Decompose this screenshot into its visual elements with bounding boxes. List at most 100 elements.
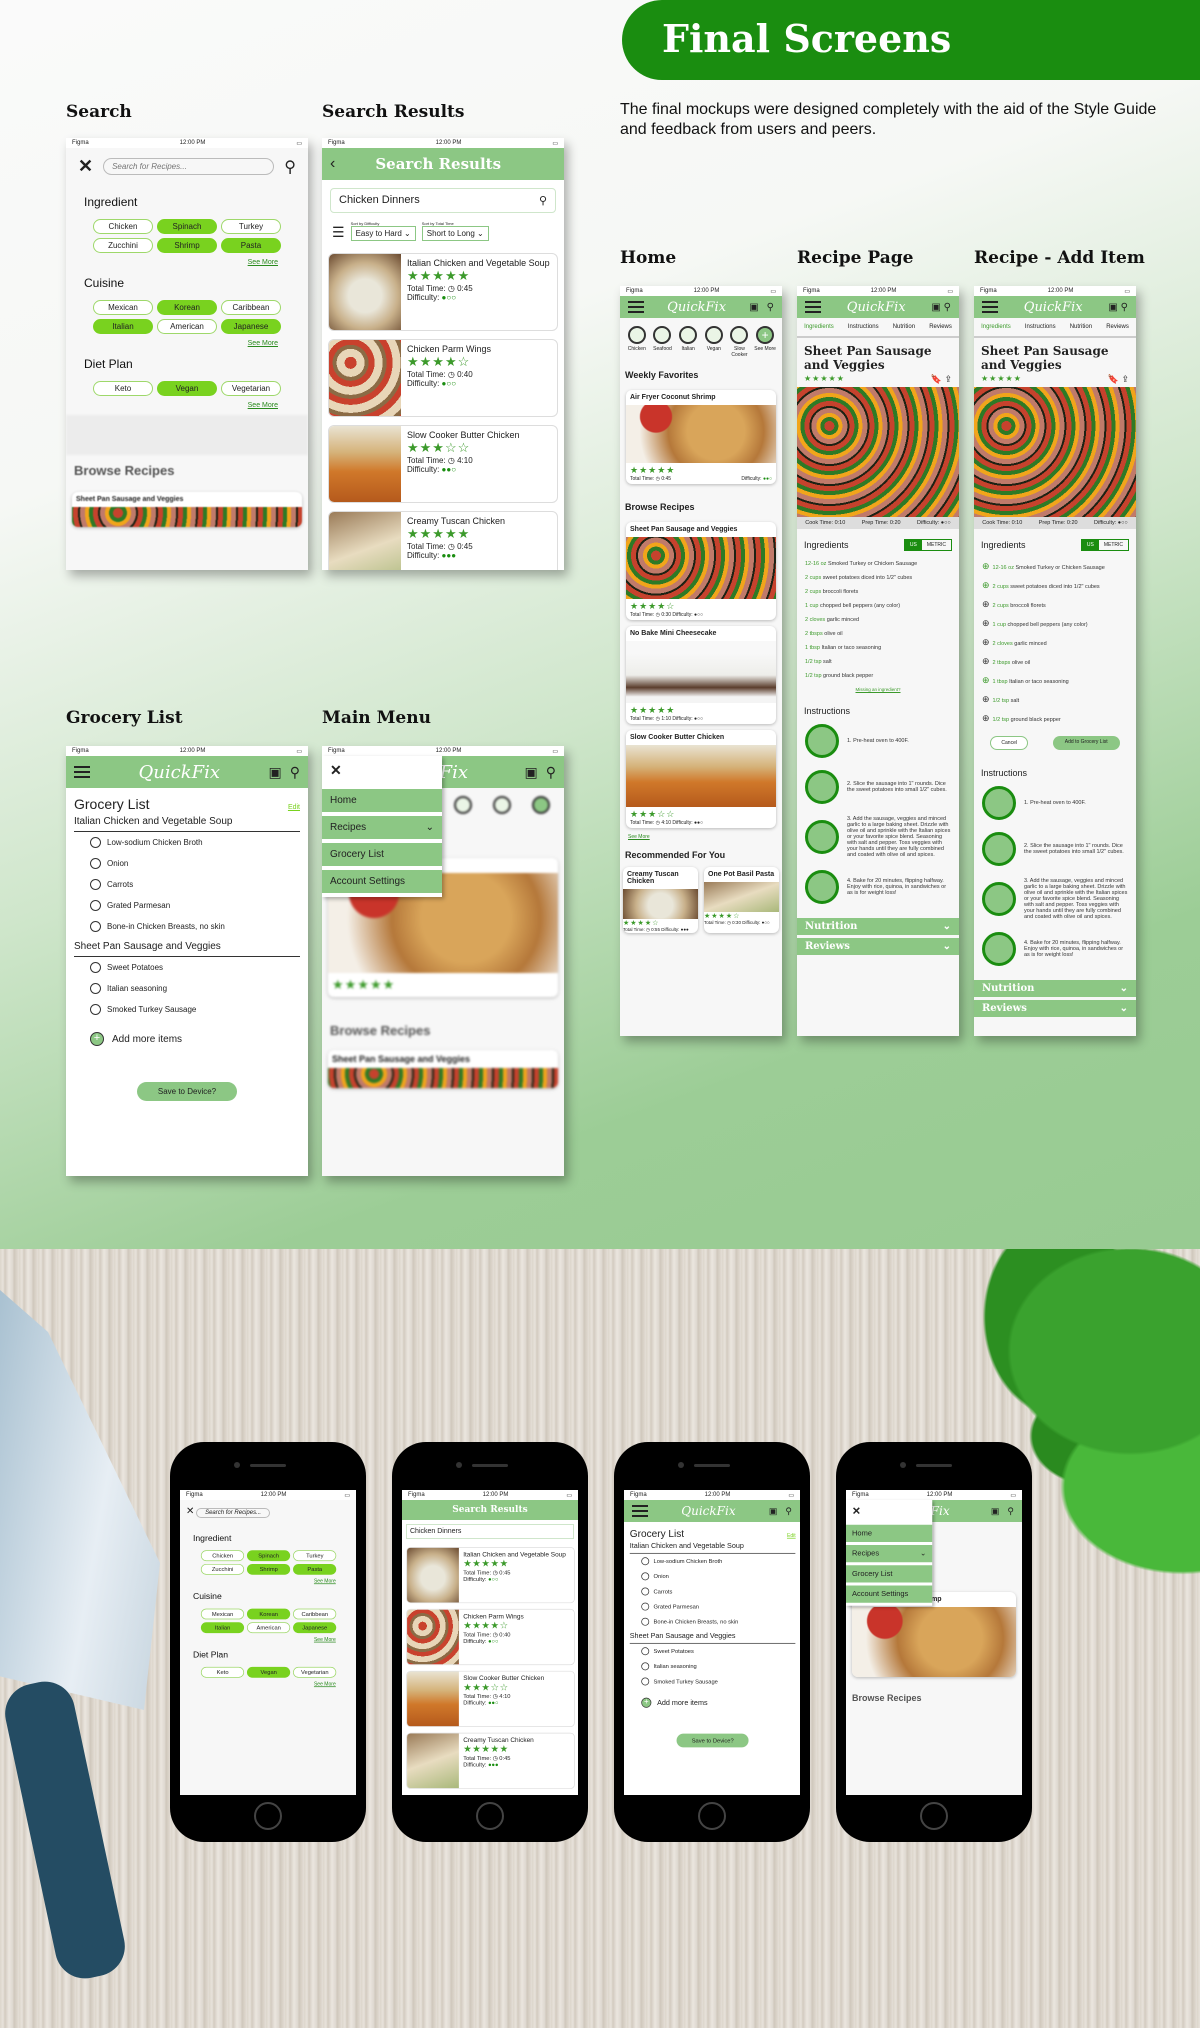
add-item-icon[interactable]: ⊕ <box>982 675 990 685</box>
grocery-item[interactable]: Onion <box>74 853 300 874</box>
add-item-icon[interactable]: ⊕ <box>982 694 990 704</box>
result-card[interactable]: Italian Chicken and Vegetable Soup ★★★★★ T… <box>328 253 558 331</box>
filter-chip[interactable]: Chicken <box>201 1550 245 1562</box>
category-slow-cooker[interactable]: Slow Cooker <box>728 326 750 358</box>
ingredient-item[interactable]: ⊕ 2 cups sweet potatoes diced into 1/2" c… <box>974 576 1136 595</box>
filter-chip[interactable]: Japanese <box>221 319 281 334</box>
filter-chip[interactable]: Shrimp <box>247 1563 291 1575</box>
filter-chip[interactable]: Pasta <box>293 1563 337 1575</box>
add-item-icon[interactable]: ⊕ <box>982 618 990 628</box>
tab-reviews[interactable]: Reviews <box>929 324 952 330</box>
grocery-item[interactable]: Bone-in Chicken Breasts, no skin <box>74 916 300 937</box>
search-icon[interactable]: ⚲ <box>284 157 296 177</box>
save-to-device-button[interactable]: Save to Device? <box>137 1082 237 1101</box>
filter-chip[interactable]: Mexican <box>201 1608 245 1620</box>
grocery-item[interactable]: Bone-in Chicken Breasts, no skin <box>630 1614 796 1629</box>
nutrition-accordion[interactable]: Nutrition ⌄ <box>974 980 1136 997</box>
checkbox[interactable] <box>641 1662 650 1671</box>
checkbox[interactable] <box>641 1602 650 1611</box>
unit-metric[interactable]: METRIC <box>1099 540 1128 550</box>
nutrition-accordion[interactable]: Nutrition ⌄ <box>797 918 959 935</box>
ingredient-item[interactable]: ⊕ 1/2 tsp salt <box>974 690 1136 709</box>
filter-chip[interactable]: Vegetarian <box>221 381 281 396</box>
checkbox[interactable] <box>90 962 101 973</box>
see-more-link[interactable]: See More <box>66 402 308 409</box>
search-icon[interactable]: ⚲ <box>767 302 774 313</box>
grocery-item[interactable]: Carrots <box>630 1584 796 1599</box>
filter-chip[interactable]: Pasta <box>221 238 281 253</box>
filter-chip[interactable]: Caribbean <box>293 1608 337 1620</box>
filter-chip[interactable]: Mexican <box>93 300 153 315</box>
menu-icon[interactable] <box>805 306 821 308</box>
browse-card[interactable]: Slow Cooker Butter Chicken ★★★☆☆ Total Tim… <box>626 730 776 828</box>
add-item-icon[interactable]: ⊕ <box>982 637 990 647</box>
checkbox[interactable] <box>90 983 101 994</box>
bookmark-share-icons[interactable]: 🔖 ⇪ <box>1108 374 1129 385</box>
grocery-item[interactable]: Carrots <box>74 874 300 895</box>
filter-chip[interactable]: Vegan <box>247 1666 291 1678</box>
filter-chip[interactable]: Spinach <box>247 1550 291 1562</box>
filter-chip[interactable]: Chicken <box>93 219 153 234</box>
menu-item-recipes[interactable]: Recipes ⌄ <box>846 1545 933 1563</box>
menu-item-account-settings[interactable]: Account Settings <box>322 870 442 893</box>
grocery-list-icon[interactable]: ▣ <box>749 302 758 313</box>
menu-item-home[interactable]: Home <box>846 1524 933 1542</box>
filter-chip[interactable]: Shrimp <box>157 238 217 253</box>
tab-nutrition[interactable]: Nutrition <box>893 324 915 330</box>
grocery-list-icon[interactable]: ▣ <box>269 764 282 781</box>
add-item-icon[interactable]: ⊕ <box>982 580 990 590</box>
checkbox[interactable] <box>641 1647 650 1656</box>
save-to-device-button[interactable]: Save to Device? <box>676 1733 749 1748</box>
category-chicken[interactable]: Chicken <box>626 326 648 358</box>
sort-time-select[interactable]: Short to Long ⌄ <box>421 226 489 241</box>
ingredient-item[interactable]: ⊕ 12-16 oz Smoked Turkey or Chicken Sausa… <box>974 557 1136 576</box>
search-input[interactable] <box>103 158 275 175</box>
ingredient-item[interactable]: ⊕ 1 tbsp Italian or taco seasoning <box>974 671 1136 690</box>
tab-nutrition[interactable]: Nutrition <box>1070 324 1092 330</box>
filter-chip[interactable]: Zucchini <box>201 1563 245 1575</box>
result-card[interactable]: Slow Cooker Butter Chicken ★★★☆☆ Total Tim… <box>406 1670 576 1727</box>
filter-chip[interactable]: Keto <box>201 1666 245 1678</box>
missing-ingredient-link[interactable]: Missing an ingredient? <box>797 683 959 696</box>
see-more-link[interactable]: See More <box>180 1579 356 1584</box>
filter-icon[interactable]: ☰ <box>332 224 345 241</box>
browse-card[interactable]: Sheet Pan Sausage and Veggies ★★★★☆ Total … <box>626 522 776 620</box>
tab-reviews[interactable]: Reviews <box>1106 324 1129 330</box>
result-card[interactable]: Chicken Parm Wings ★★★★☆ Total Time: ◷ 0:4… <box>328 339 558 417</box>
filter-chip[interactable]: Korean <box>157 300 217 315</box>
add-item-icon[interactable]: ⊕ <box>982 561 990 571</box>
close-icon[interactable]: ✕ <box>322 756 442 785</box>
ingredient-item[interactable]: ⊕ 2 cups broccoli florets <box>974 595 1136 614</box>
checkbox[interactable] <box>90 879 101 890</box>
see-more-link[interactable]: See More <box>180 1682 356 1687</box>
grocery-item[interactable]: Grated Parmesan <box>74 895 300 916</box>
add-item-icon[interactable]: ⊕ <box>982 713 990 723</box>
grocery-item[interactable]: Smoked Turkey Sausage <box>630 1674 796 1689</box>
edit-link[interactable]: Edit <box>288 804 300 811</box>
grocery-item[interactable]: Italian seasoning <box>630 1659 796 1674</box>
menu-item-account-settings[interactable]: Account Settings <box>846 1585 933 1603</box>
checkbox[interactable] <box>641 1617 650 1626</box>
category-seafood[interactable]: Seafood <box>651 326 673 358</box>
unit-us[interactable]: US <box>904 540 922 550</box>
recommended-card[interactable]: Creamy Tuscan Chicken ★★★★☆ Total Time: ◷ … <box>623 867 698 933</box>
category-italian[interactable]: Italian <box>677 326 699 358</box>
featured-card[interactable]: Air Fryer Coconut Shrimp ★★★★★ Total Time:… <box>626 390 776 484</box>
filter-chip[interactable]: American <box>157 319 217 334</box>
checkbox[interactable] <box>641 1557 650 1566</box>
checkbox[interactable] <box>90 921 101 932</box>
menu-icon[interactable] <box>628 306 644 308</box>
menu-icon[interactable] <box>74 771 90 773</box>
ingredient-item[interactable]: ⊕ 2 cloves garlic minced <box>974 633 1136 652</box>
grocery-item[interactable]: Sweet Potatoes <box>630 1644 796 1659</box>
checkbox[interactable] <box>641 1572 650 1581</box>
filter-chip[interactable]: Japanese <box>293 1622 337 1634</box>
filter-chip[interactable]: Korean <box>247 1608 291 1620</box>
category-see-more[interactable]: + See More <box>754 326 776 358</box>
filter-chip[interactable]: Turkey <box>221 219 281 234</box>
tab-instructions[interactable]: Instructions <box>1025 324 1056 330</box>
search-icon[interactable]: ⚲ <box>290 764 300 781</box>
add-more-items[interactable]: + Add more items <box>630 1689 796 1716</box>
back-icon[interactable]: ‹ <box>330 155 335 173</box>
tab-ingredients[interactable]: Ingredients <box>804 324 834 330</box>
